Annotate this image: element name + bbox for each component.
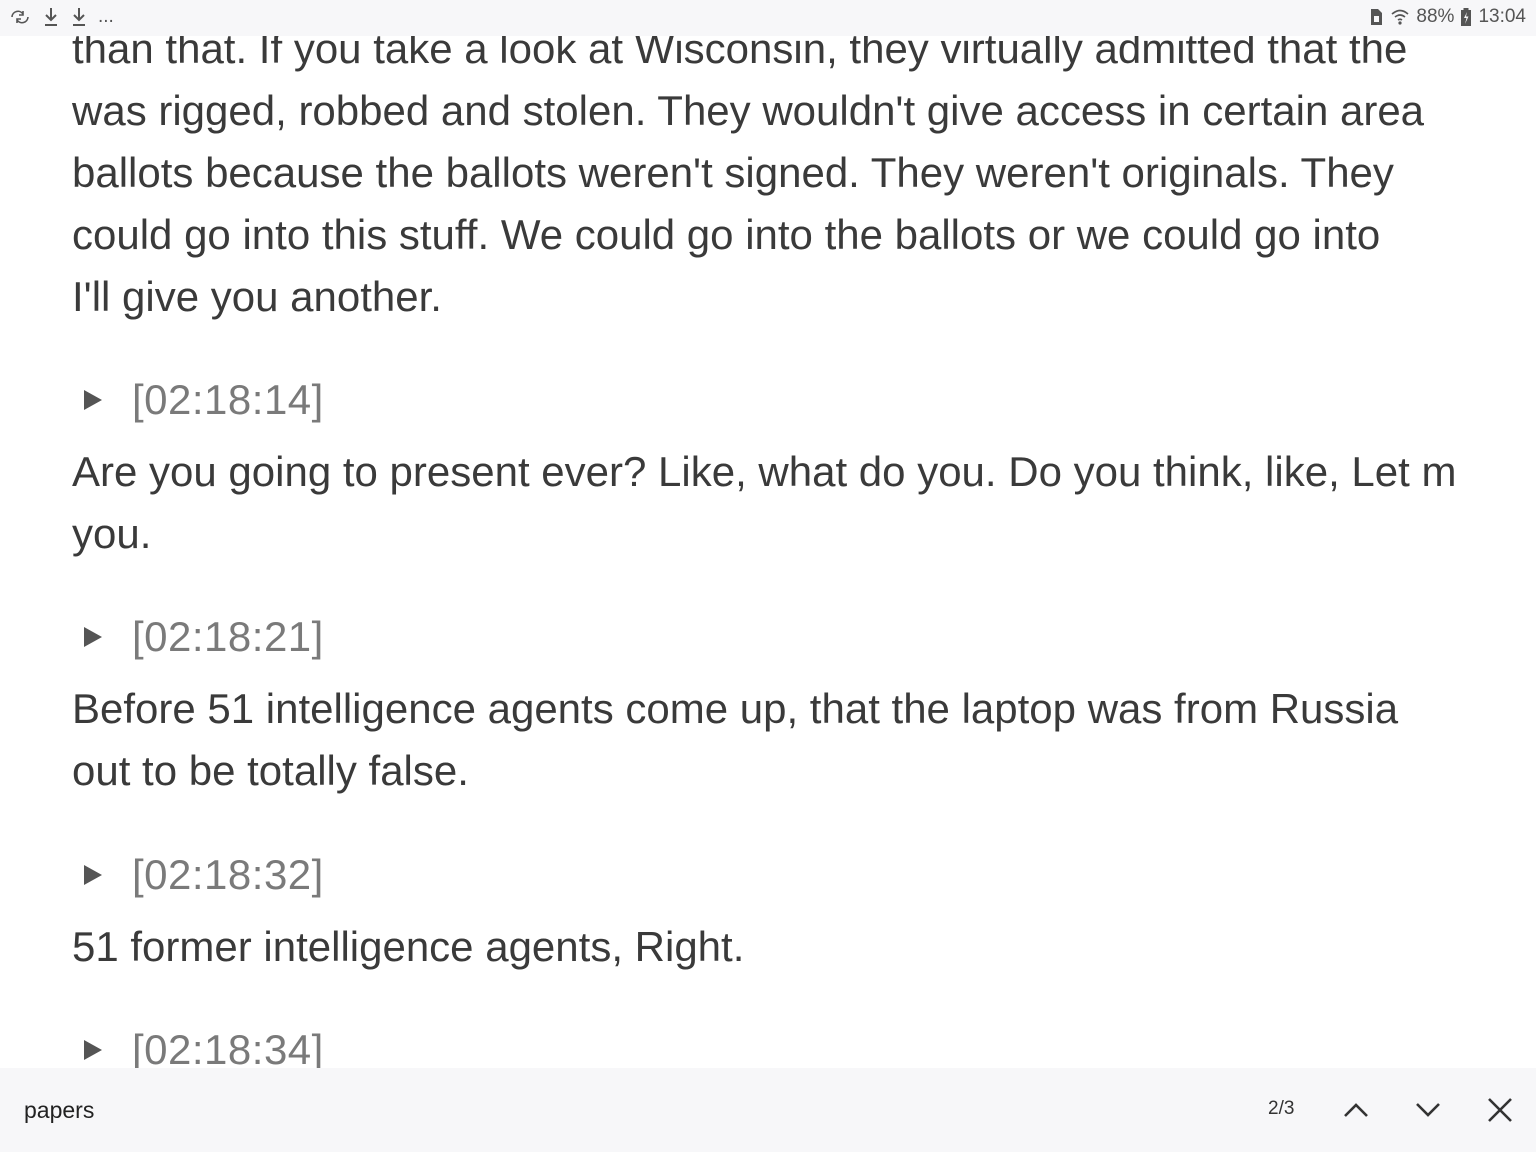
timestamp[interactable]: [02:18:14]: [132, 369, 324, 431]
transcript-line: I'll give you another.: [72, 273, 442, 320]
timestamp-row: [02:18:21]: [72, 611, 324, 663]
sync-icon: [8, 7, 32, 27]
screen: ... 88% 13:04 than that. If you take a l…: [0, 0, 1536, 1152]
close-icon: [1488, 1098, 1512, 1122]
next-match-button[interactable]: [1406, 1088, 1450, 1132]
timestamp[interactable]: [02:18:32]: [132, 844, 324, 906]
status-system: 88% 13:04: [1368, 6, 1526, 28]
download-icon: [70, 6, 88, 28]
wifi-icon: [1390, 7, 1410, 27]
transcript-paragraph: 51 former intelligence agents, Right.: [72, 916, 744, 978]
find-input[interactable]: [24, 1090, 1024, 1130]
previous-match-button[interactable]: [1334, 1088, 1378, 1132]
status-bar: ... 88% 13:04: [0, 0, 1536, 36]
transcript-paragraph: Are you going to present ever? Like, wha…: [72, 441, 1456, 565]
play-icon: [84, 1040, 102, 1060]
download-icon: [42, 6, 60, 28]
transcript-line: was rigged, robbed and stolen. They woul…: [72, 87, 1425, 134]
play-button[interactable]: [72, 378, 116, 422]
chevron-up-icon: [1344, 1103, 1368, 1117]
clock: 13:04: [1478, 6, 1526, 27]
transcript-line: ballots because the ballots weren't sign…: [72, 149, 1394, 196]
battery-percent: 88%: [1416, 6, 1455, 27]
find-bar: 2/3: [0, 1068, 1536, 1152]
match-count: 2/3: [1268, 1098, 1295, 1119]
play-button[interactable]: [72, 615, 116, 659]
play-button[interactable]: [72, 1028, 116, 1072]
play-icon: [84, 865, 102, 885]
transcript-line: Before 51 intelligence agents come up, t…: [72, 685, 1399, 732]
chevron-down-icon: [1416, 1103, 1440, 1117]
status-notifications: ...: [8, 6, 114, 28]
transcript-line: 51 former intelligence agents, Right.: [72, 923, 745, 970]
transcript-paragraph: than that. If you take a look at Wiscons…: [72, 18, 1424, 328]
play-button[interactable]: [72, 853, 116, 897]
play-icon: [84, 627, 102, 647]
transcript-line: you.: [72, 510, 152, 557]
timestamp-row: [02:18:14]: [72, 374, 324, 426]
close-find-button[interactable]: [1478, 1088, 1522, 1132]
play-icon: [84, 390, 102, 410]
battery-charging-icon: [1460, 7, 1472, 27]
more-notifications-indicator: ...: [98, 6, 114, 27]
transcript-line: out to be totally false.: [72, 747, 469, 794]
timestamp-row: [02:18:32]: [72, 849, 324, 901]
timestamp[interactable]: [02:18:21]: [132, 606, 324, 668]
transcript-paragraph: Before 51 intelligence agents come up, t…: [72, 678, 1398, 802]
transcript-line: Are you going to present ever? Like, wha…: [72, 448, 1457, 495]
transcript-line: could go into this stuff. We could go in…: [72, 211, 1381, 258]
sim-card-icon: [1368, 7, 1384, 27]
